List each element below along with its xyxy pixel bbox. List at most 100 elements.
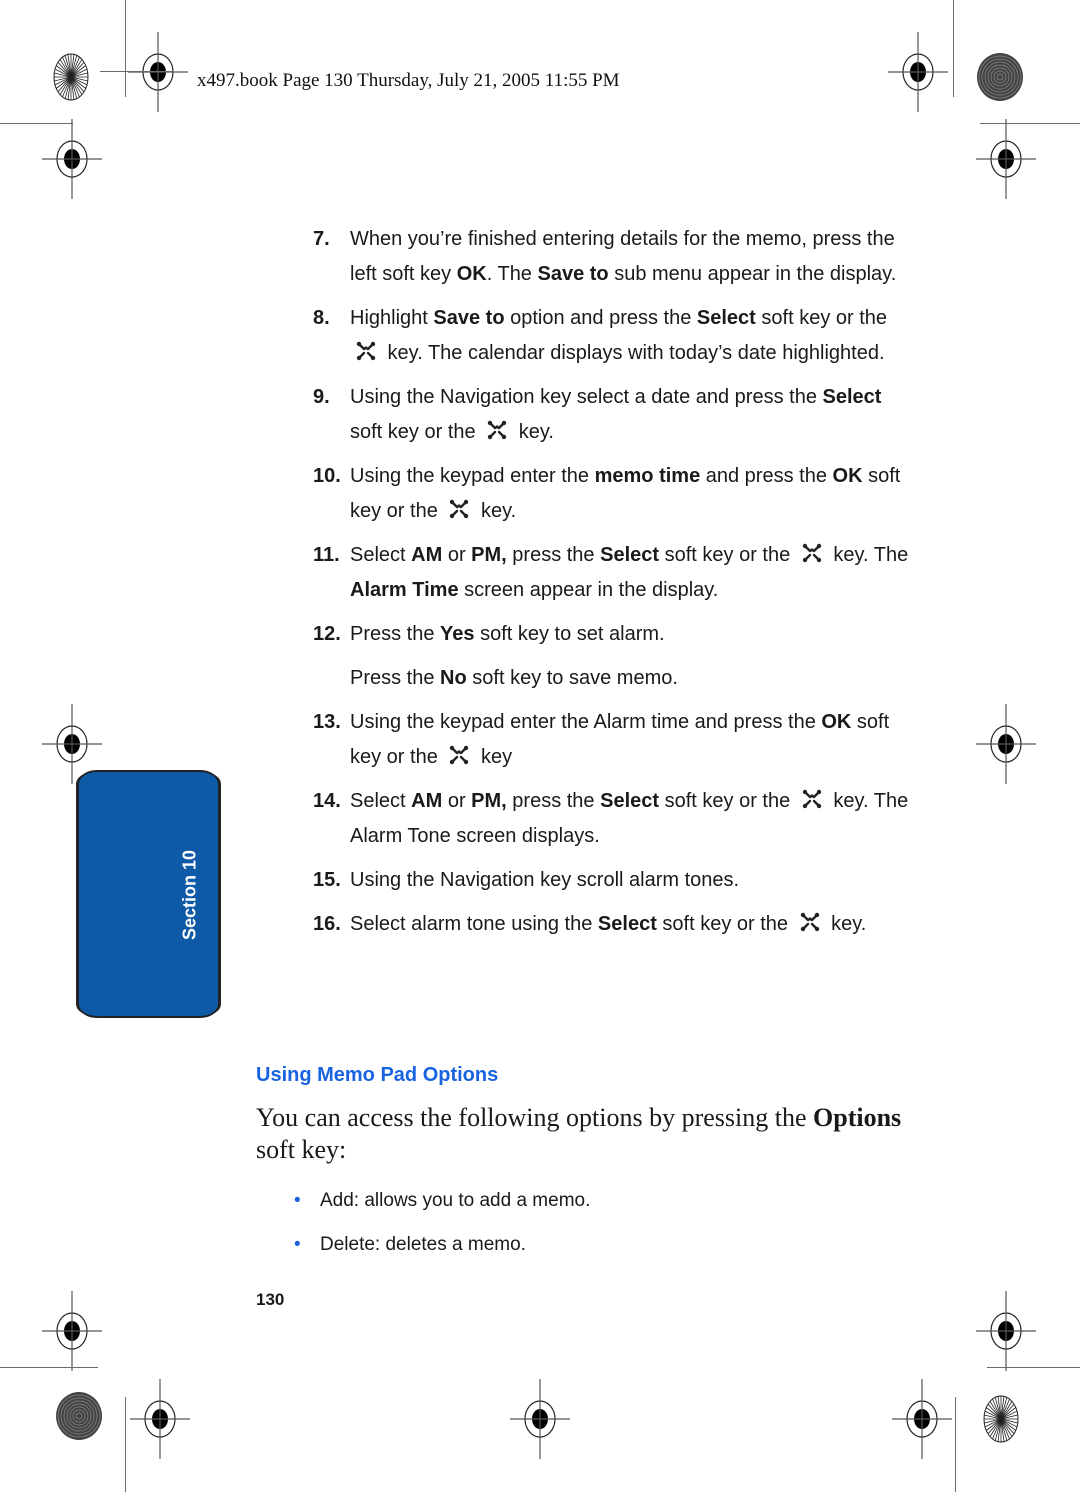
registration-target-icon bbox=[128, 32, 188, 112]
step-text: soft key or the bbox=[755, 307, 888, 329]
crop-line bbox=[953, 0, 954, 97]
options-list: • Add: allows you to add a memo. • Delete:… bbox=[290, 1186, 590, 1274]
step-text: and press the bbox=[700, 465, 833, 487]
step-text: Highlight bbox=[350, 307, 434, 329]
bold-term: OK bbox=[832, 465, 863, 487]
step-subnote: Press the No soft key to save memo. bbox=[350, 661, 913, 696]
step-item: 7. When you’re finished entering details … bbox=[313, 222, 913, 292]
step-body: Using the keypad enter the memo time and… bbox=[350, 459, 913, 529]
registration-target-icon bbox=[42, 1291, 102, 1371]
step-text: Select bbox=[350, 544, 412, 566]
steps-list: 7. When you’re finished entering details … bbox=[313, 222, 913, 951]
step-text: Select alarm tone using the bbox=[350, 913, 598, 935]
step-text: key. bbox=[825, 913, 867, 935]
nav-key-icon bbox=[448, 743, 470, 765]
step-item: 12. Press the Yes soft key to set alarm. P… bbox=[313, 617, 913, 696]
bold-term: OK bbox=[821, 711, 852, 733]
step-item: 9. Using the Navigation key select a date… bbox=[313, 380, 913, 450]
nav-key-icon bbox=[448, 497, 470, 519]
bold-term: PM, bbox=[471, 790, 507, 812]
page-number: 130 bbox=[256, 1290, 285, 1309]
bold-term: Select bbox=[600, 544, 660, 566]
step-text: Using the keypad enter the bbox=[350, 465, 595, 487]
step-text: key. The calendar displays with today’s … bbox=[382, 342, 885, 364]
intro-paragraph: You can access the following options by … bbox=[256, 1102, 906, 1166]
bullet-icon: • bbox=[294, 1190, 301, 1211]
step-text: or bbox=[442, 544, 472, 566]
registration-target-icon bbox=[42, 119, 102, 199]
bold-term: No bbox=[440, 667, 467, 689]
step-text: Select bbox=[350, 790, 412, 812]
step-text: . The bbox=[486, 263, 538, 285]
step-text: or bbox=[442, 790, 472, 812]
registration-wheel-icon bbox=[977, 53, 1023, 101]
registration-wheel-icon bbox=[983, 1395, 1019, 1443]
step-item: 10. Using the keypad enter the memo time … bbox=[313, 459, 913, 529]
step-text: Using the Navigation key scroll alarm to… bbox=[350, 869, 740, 891]
step-body: Using the Navigation key select a date a… bbox=[350, 380, 913, 450]
step-item: 16. Select alarm tone using the Select so… bbox=[313, 907, 913, 942]
bold-term: Yes bbox=[440, 623, 475, 645]
bold-term: Select bbox=[822, 386, 882, 408]
step-text: press the bbox=[506, 544, 601, 566]
bold-term: Save to bbox=[537, 263, 609, 285]
nav-key-icon bbox=[355, 339, 377, 361]
registration-target-icon bbox=[510, 1379, 570, 1459]
crop-line bbox=[100, 71, 172, 72]
step-number: 14. bbox=[313, 790, 341, 812]
step-text: soft key or the bbox=[659, 544, 796, 566]
step-text: soft key or the bbox=[350, 421, 482, 443]
nav-key-icon bbox=[486, 418, 508, 440]
bold-term: Select bbox=[600, 790, 660, 812]
registration-wheel-icon bbox=[56, 1392, 102, 1440]
step-text: soft key to set alarm. bbox=[474, 623, 665, 645]
step-body: Using the Navigation key scroll alarm to… bbox=[350, 863, 913, 898]
step-text: sub menu appear in the display. bbox=[608, 263, 897, 285]
bold-term: Select bbox=[696, 307, 756, 329]
step-text: key. bbox=[513, 421, 554, 443]
bold-term: Select bbox=[597, 913, 657, 935]
step-text: key. The bbox=[827, 544, 909, 566]
step-number: 11. bbox=[313, 544, 340, 566]
step-body: Using the keypad enter the Alarm time an… bbox=[350, 705, 913, 775]
crop-line bbox=[125, 1397, 126, 1492]
step-text: soft key or the bbox=[656, 913, 794, 935]
bold-term: AM bbox=[411, 790, 443, 812]
step-text: key bbox=[475, 746, 513, 768]
print-header: x497.book Page 130 Thursday, July 21, 20… bbox=[197, 70, 620, 91]
step-body: When you’re finished entering details fo… bbox=[350, 222, 913, 292]
step-text: Using the keypad enter the Alarm time an… bbox=[350, 711, 822, 733]
step-body: Highlight Save to option and press the S… bbox=[350, 301, 913, 371]
step-body: Select AM or PM, press the Select soft k… bbox=[350, 784, 913, 854]
step-text: soft key to save memo. bbox=[466, 667, 678, 689]
list-item-text: Delete: deletes a memo. bbox=[320, 1234, 526, 1255]
step-item: 8. Highlight Save to option and press the… bbox=[313, 301, 913, 371]
list-item: • Add: allows you to add a memo. bbox=[290, 1186, 590, 1230]
bold-term: memo time bbox=[594, 465, 701, 487]
step-number: 10. bbox=[313, 465, 341, 487]
step-text: soft key or the bbox=[659, 790, 796, 812]
step-item: 13. Using the keypad enter the Alarm tim… bbox=[313, 705, 913, 775]
step-number: 9. bbox=[313, 386, 330, 408]
step-item: 14. Select AM or PM, press the Select sof… bbox=[313, 784, 913, 854]
registration-target-icon bbox=[976, 119, 1036, 199]
step-item: 15. Using the Navigation key scroll alarm… bbox=[313, 863, 913, 898]
bold-term: Save to bbox=[433, 307, 505, 329]
bold-term: AM bbox=[411, 544, 443, 566]
step-number: 16. bbox=[313, 913, 341, 935]
registration-target-icon bbox=[892, 1379, 952, 1459]
intro-text-after: soft key: bbox=[256, 1135, 347, 1164]
intro-text-bold: Options bbox=[813, 1103, 902, 1132]
step-number: 12. bbox=[313, 623, 341, 645]
step-text: Press the bbox=[350, 623, 441, 645]
bold-term: PM, bbox=[471, 544, 507, 566]
step-body: Select AM or PM, press the Select soft k… bbox=[350, 538, 913, 608]
registration-target-icon bbox=[130, 1379, 190, 1459]
registration-wheel-icon bbox=[53, 53, 89, 101]
bullet-icon: • bbox=[294, 1234, 301, 1255]
step-text: Using the Navigation key select a date a… bbox=[350, 386, 823, 408]
step-text: press the bbox=[506, 790, 601, 812]
section-tab-label: Section 10 bbox=[179, 849, 200, 941]
step-body: Press the Yes soft key to set alarm. bbox=[350, 617, 913, 652]
crop-line bbox=[0, 1367, 98, 1368]
